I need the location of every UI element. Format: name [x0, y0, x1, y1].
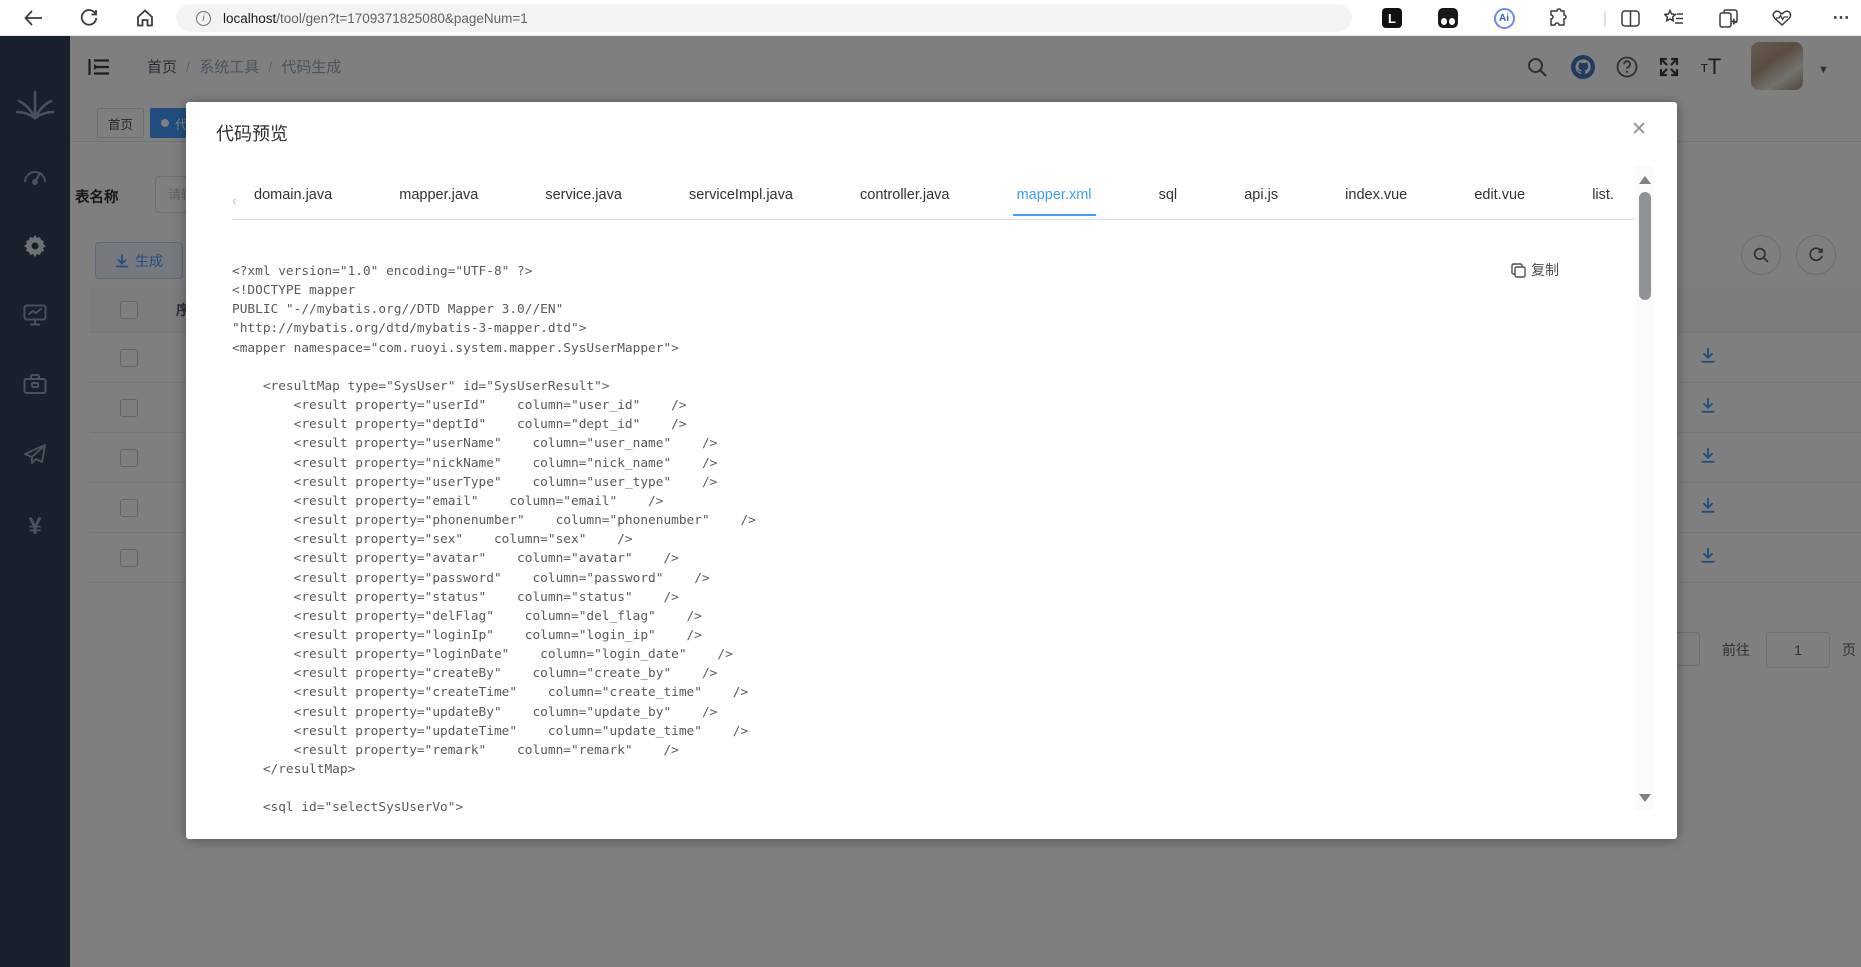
browser-menu-icon[interactable]: ⋯	[1828, 5, 1854, 31]
browser-toolbar: i localhost/tool/gen?t=1709371825080&pag…	[0, 0, 1861, 36]
code-preview-dialog: 代码预览 ✕ ‹ domain.java mapper.java service…	[186, 102, 1677, 839]
tab-list[interactable]: list.	[1592, 187, 1614, 216]
read-aloud-icon[interactable]	[1262, 3, 1286, 25]
tab-bar: ‹ domain.java mapper.java service.java s…	[232, 184, 1654, 220]
tab-domain-java[interactable]: domain.java	[254, 187, 332, 216]
scrollbar-thumb[interactable]	[1639, 192, 1651, 300]
site-info-icon[interactable]: i	[196, 10, 211, 26]
home-icon[interactable]	[132, 5, 158, 31]
scroll-up-icon[interactable]	[1639, 176, 1651, 184]
extension-l-icon[interactable]: L	[1380, 6, 1404, 30]
code-content[interactable]: <?xml version="1.0" encoding="UTF-8" ?> …	[232, 262, 1612, 818]
browser-essentials-icon[interactable]	[1770, 6, 1794, 30]
close-icon[interactable]: ✕	[1631, 118, 1647, 141]
tab-service-java[interactable]: service.java	[545, 187, 622, 216]
tab-index-vue[interactable]: index.vue	[1345, 187, 1407, 216]
back-icon[interactable]	[20, 5, 46, 31]
tab-controller-java[interactable]: controller.java	[860, 187, 949, 216]
tab-api-js[interactable]: api.js	[1244, 187, 1278, 216]
modal-scrollbar[interactable]	[1636, 166, 1654, 810]
refresh-icon[interactable]	[76, 5, 102, 31]
tab-scroll-left-icon[interactable]: ‹	[232, 192, 237, 208]
tab-mapper-xml[interactable]: mapper.xml	[1012, 187, 1096, 216]
dialog-title: 代码预览	[216, 124, 288, 144]
favorites-list-icon[interactable]	[1662, 6, 1686, 30]
collections-icon[interactable]	[1716, 6, 1740, 30]
address-bar[interactable]: i localhost/tool/gen?t=1709371825080&pag…	[176, 4, 1352, 32]
scroll-down-icon[interactable]	[1639, 794, 1651, 802]
tab-edit-vue[interactable]: edit.vue	[1474, 187, 1525, 216]
tab-sql[interactable]: sql	[1159, 187, 1178, 216]
extensions-puzzle-icon[interactable]	[1546, 6, 1570, 30]
extension-ai-icon[interactable]: Ai	[1492, 6, 1516, 30]
split-screen-icon[interactable]	[1618, 6, 1642, 30]
extension-dots-icon[interactable]	[1436, 6, 1460, 30]
favorite-star-icon[interactable]	[1316, 3, 1340, 25]
tab-serviceimpl-java[interactable]: serviceImpl.java	[689, 187, 793, 216]
tab-mapper-java[interactable]: mapper.java	[399, 187, 478, 216]
url-text[interactable]: localhost/tool/gen?t=1709371825080&pageN…	[223, 11, 528, 26]
toolbar-divider: |	[1602, 8, 1608, 27]
